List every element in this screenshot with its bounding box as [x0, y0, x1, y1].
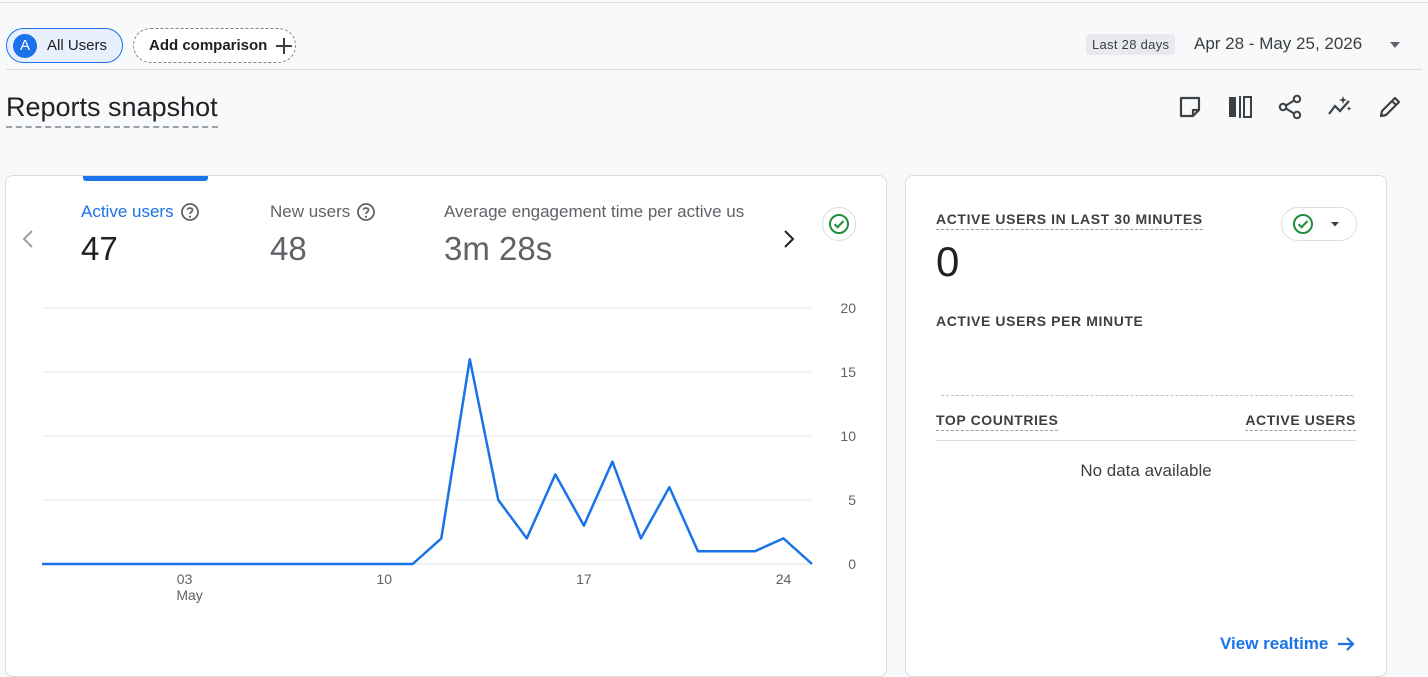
note-icon[interactable]	[1177, 94, 1203, 120]
x-tick-label: 10	[376, 571, 392, 587]
caret-down-icon	[1331, 222, 1339, 227]
add-comparison-label: Add comparison	[149, 37, 268, 54]
active-users-chart: 0 5 10 15 20 03May 10 17 24	[41, 300, 856, 603]
filter-divider	[6, 69, 1422, 70]
no-data-message: No data available	[1080, 461, 1212, 480]
x-tick-sublabel: May	[176, 587, 202, 603]
reports-snapshot-page: A All Users Add comparison Last 28 days …	[0, 0, 1428, 677]
realtime-card: ACTIVE USERS IN LAST 30 MINUTES 0 ACTIVE…	[905, 175, 1387, 677]
date-range-label[interactable]: Apr 28 - May 25, 2026	[1194, 34, 1362, 54]
y-tick-label: 20	[840, 300, 856, 316]
x-tick-label: 17	[576, 571, 592, 587]
share-icon[interactable]	[1277, 94, 1303, 120]
y-tick-label: 5	[848, 492, 856, 508]
compare-columns-icon[interactable]	[1227, 94, 1253, 120]
y-tick-label: 15	[840, 364, 856, 380]
metrics-card: Active users 47 New users 48 Average eng…	[5, 175, 887, 677]
page-title: Reports snapshot	[6, 90, 218, 128]
realtime-title[interactable]: ACTIVE USERS IN LAST 30 MINUTES	[936, 211, 1203, 230]
top-divider	[0, 2, 1428, 3]
x-tick-label: 24	[776, 571, 792, 587]
active-users-header[interactable]: ACTIVE USERS	[1245, 412, 1356, 431]
realtime-quality-dropdown[interactable]	[1281, 207, 1357, 241]
edit-icon[interactable]	[1377, 94, 1403, 120]
x-tick-label: 03	[177, 571, 193, 587]
insights-icon[interactable]	[1327, 94, 1353, 120]
realtime-value: 0	[936, 238, 960, 285]
per-minute-label: ACTIVE USERS PER MINUTE	[936, 313, 1144, 329]
check-circle-icon	[1293, 214, 1313, 234]
audience-chip[interactable]: A All Users	[6, 28, 123, 63]
plus-icon	[276, 37, 293, 54]
view-realtime-link[interactable]: View realtime	[1220, 634, 1356, 654]
view-realtime-label: View realtime	[1220, 634, 1329, 653]
y-tick-label: 10	[840, 428, 856, 444]
per-minute-sparkline	[941, 395, 1353, 396]
table-divider	[936, 440, 1356, 441]
date-preset-badge: Last 28 days	[1086, 34, 1176, 55]
arrow-right-icon	[1338, 637, 1355, 651]
series-line	[42, 357, 813, 566]
audience-label: All Users	[47, 37, 108, 54]
audience-avatar: A	[13, 33, 37, 58]
y-tick-label: 0	[848, 556, 856, 572]
add-comparison-button[interactable]: Add comparison	[133, 28, 296, 63]
top-countries-header[interactable]: TOP COUNTRIES	[936, 412, 1059, 431]
date-dropdown-icon[interactable]	[1388, 38, 1402, 52]
